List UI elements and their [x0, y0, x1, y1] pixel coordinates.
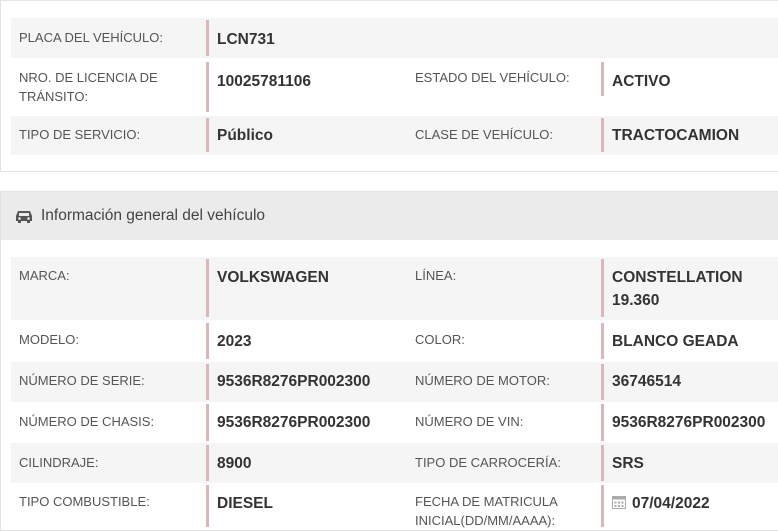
model-label: MODELO: [19, 332, 79, 347]
plate-row: PLACA DEL VEHÍCULO: LCN731 [11, 18, 778, 58]
service-value: Público [206, 118, 396, 152]
class-value: TRACTOCAMION [601, 118, 778, 152]
fuel-label: TIPO COMBUSTIBLE: [19, 494, 150, 509]
plate-label: PLACA DEL VEHÍCULO: [19, 30, 164, 45]
service-label: TIPO DE SERVICIO: [19, 127, 141, 142]
vehicle-summary-panel: PLACA DEL VEHÍCULO: LCN731 NRO. DE LICEN… [0, 0, 778, 172]
registration-cell: 07/04/2022 [601, 485, 778, 527]
license-value: 10025781106 [206, 62, 396, 112]
brand-label: MARCA: [19, 268, 70, 283]
body-value: SRS [601, 445, 778, 481]
displacement-row: CILINDRAJE: 8900 TIPO DE CARROCERÍA: SRS [11, 443, 778, 483]
license-label: NRO. DE LICENCIA DE TRÁNSITO: [19, 70, 158, 104]
class-label: CLASE DE VEHÍCULO: [415, 127, 553, 142]
general-info-panel: Información general del vehículo MARCA: … [0, 191, 778, 531]
displacement-value: 8900 [206, 445, 396, 481]
fuel-value: DIESEL [206, 485, 396, 527]
model-value: 2023 [206, 323, 396, 359]
brand-row: MARCA: VOLKSWAGEN LÍNEA: CONSTELLATION 1… [11, 257, 778, 320]
general-info-header: Información general del vehículo [1, 192, 778, 240]
chassis-label: NÚMERO DE CHASIS: [19, 414, 155, 429]
model-row: MODELO: 2023 COLOR: BLANCO GEADA [11, 320, 778, 362]
calendar-icon [612, 493, 626, 509]
chassis-row: NÚMERO DE CHASIS: 9536R8276PR002300 NÚME… [11, 402, 778, 443]
brand-value: VOLKSWAGEN [206, 259, 396, 317]
vin-value: 9536R8276PR002300 [601, 404, 778, 441]
license-row: NRO. DE LICENCIA DE TRÁNSITO: 1002578110… [11, 58, 778, 116]
chassis-value: 9536R8276PR002300 [206, 404, 396, 441]
registration-label: FECHA DE MATRICULA INICIAL(DD/MM/AAAA): [415, 494, 558, 528]
registration-value: 07/04/2022 [632, 495, 710, 512]
serial-row: NÚMERO DE SERIE: 9536R8276PR002300 NÚMER… [11, 362, 778, 402]
color-label: COLOR: [415, 332, 465, 347]
vin-label: NÚMERO DE VIN: [415, 414, 524, 429]
displacement-label: CILINDRAJE: [19, 455, 99, 470]
serial-value: 9536R8276PR002300 [206, 364, 396, 400]
service-row: TIPO DE SERVICIO: Público CLASE DE VEHÍC… [11, 116, 778, 155]
general-info-title: Información general del vehículo [41, 207, 266, 224]
engine-label: NÚMERO DE MOTOR: [415, 373, 550, 388]
line-value: CONSTELLATION 19.360 [601, 259, 761, 317]
engine-value: 36746514 [601, 364, 778, 400]
line-label: LÍNEA: [415, 268, 457, 283]
status-value: ACTIVO [601, 62, 778, 96]
status-label: ESTADO DEL VEHÍCULO: [415, 70, 570, 85]
fuel-row: TIPO COMBUSTIBLE: DIESEL FECHA DE MATRIC… [11, 483, 778, 531]
color-value: BLANCO GEADA [601, 323, 778, 359]
body-label: TIPO DE CARROCERÍA: [415, 455, 561, 470]
serial-label: NÚMERO DE SERIE: [19, 373, 145, 388]
plate-value: LCN731 [206, 20, 396, 56]
car-icon [14, 208, 34, 224]
